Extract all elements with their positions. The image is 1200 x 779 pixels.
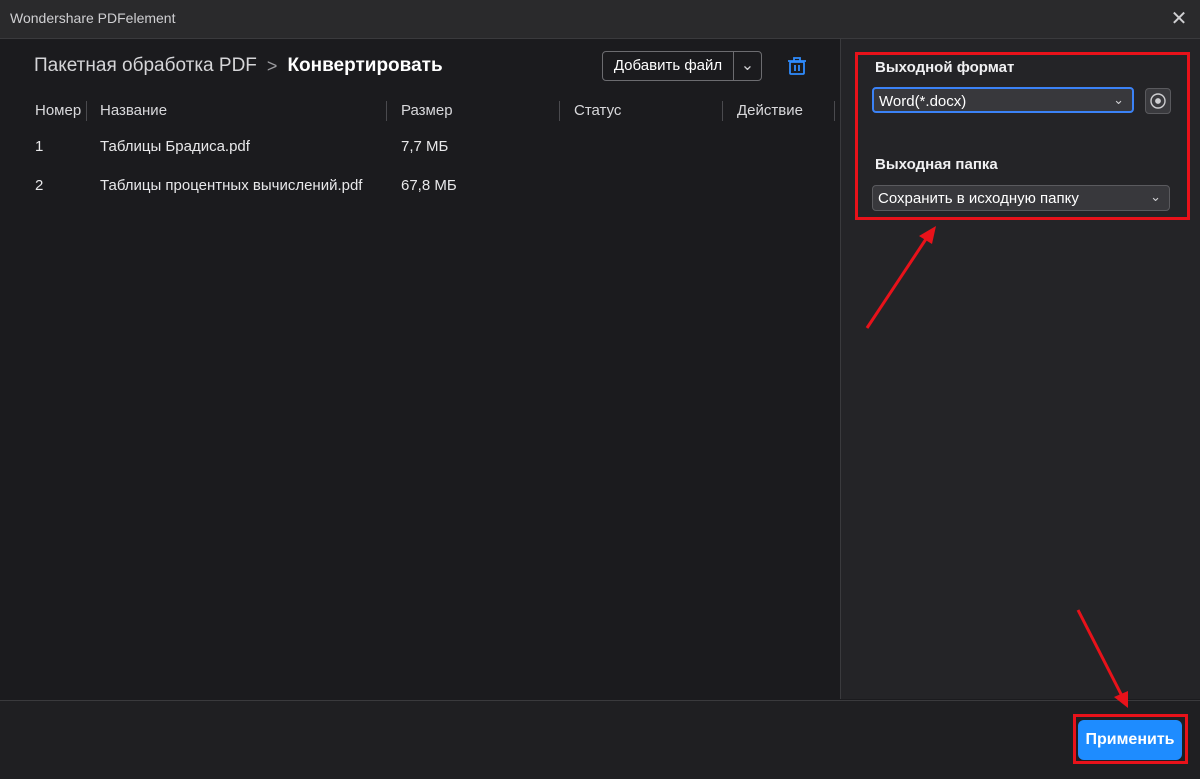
breadcrumb: Пакетная обработка PDF > Конвертировать (34, 53, 443, 79)
settings-panel (841, 39, 1200, 699)
column-divider[interactable] (559, 101, 560, 121)
app-window: Wondershare PDFelement ✕ Пакетная обрабо… (0, 0, 1200, 779)
column-divider[interactable] (86, 101, 87, 121)
table-row[interactable]: 2 Таблицы процентных вычислений.pdf 67,8… (0, 174, 840, 198)
close-button[interactable]: ✕ (1168, 8, 1190, 30)
add-file-split-button: Добавить файл ⌄ (602, 51, 762, 81)
chevron-down-icon: ⌄ (1150, 189, 1161, 204)
row-file-size: 7,7 МБ (401, 138, 449, 155)
file-list-panel: Пакетная обработка PDF > Конвертировать … (0, 39, 840, 699)
row-number: 1 (35, 138, 44, 155)
breadcrumb-chevron-icon: > (266, 55, 278, 76)
output-folder-select[interactable]: Сохранить в исходную папку ⌄ (872, 185, 1170, 211)
output-folder-label: Выходная папка (875, 156, 998, 173)
trash-icon[interactable] (786, 55, 808, 77)
output-format-value: Word(*.docx) (879, 93, 967, 110)
format-settings-button[interactable] (1145, 88, 1171, 114)
close-icon: ✕ (1170, 8, 1188, 30)
column-divider[interactable] (834, 101, 835, 121)
column-header-status[interactable]: Статус (574, 102, 621, 119)
breadcrumb-current: Конвертировать (287, 55, 443, 76)
title-bar: Wondershare PDFelement ✕ (0, 0, 1200, 39)
column-header-size[interactable]: Размер (401, 102, 453, 119)
breadcrumb-root[interactable]: Пакетная обработка PDF (34, 55, 257, 77)
footer-bar (0, 700, 1200, 779)
table-row[interactable]: 1 Таблицы Брадиса.pdf 7,7 МБ (0, 135, 840, 159)
output-format-select[interactable]: Word(*.docx) ⌄ (872, 87, 1134, 113)
add-file-button[interactable]: Добавить файл (603, 52, 733, 80)
column-header-number[interactable]: Номер (35, 102, 81, 119)
output-folder-value: Сохранить в исходную папку (878, 190, 1079, 207)
column-divider[interactable] (386, 101, 387, 121)
row-file-name: Таблицы Брадиса.pdf (100, 138, 250, 155)
output-format-label: Выходной формат (875, 59, 1015, 76)
chevron-down-icon: ⌄ (740, 57, 755, 74)
row-number: 2 (35, 177, 44, 194)
column-divider[interactable] (722, 101, 723, 121)
row-file-name: Таблицы процентных вычислений.pdf (100, 177, 363, 194)
chevron-down-icon: ⌄ (1113, 92, 1124, 107)
table-header: Номер Название Размер Статус Действие (0, 99, 840, 123)
column-header-action[interactable]: Действие (737, 102, 803, 119)
settings-circle-icon (1150, 93, 1166, 109)
window-title: Wondershare PDFelement (10, 10, 176, 26)
column-header-name[interactable]: Название (100, 102, 167, 119)
row-file-size: 67,8 МБ (401, 177, 457, 194)
apply-button[interactable]: Применить (1078, 720, 1182, 760)
add-file-dropdown-button[interactable]: ⌄ (734, 52, 761, 80)
